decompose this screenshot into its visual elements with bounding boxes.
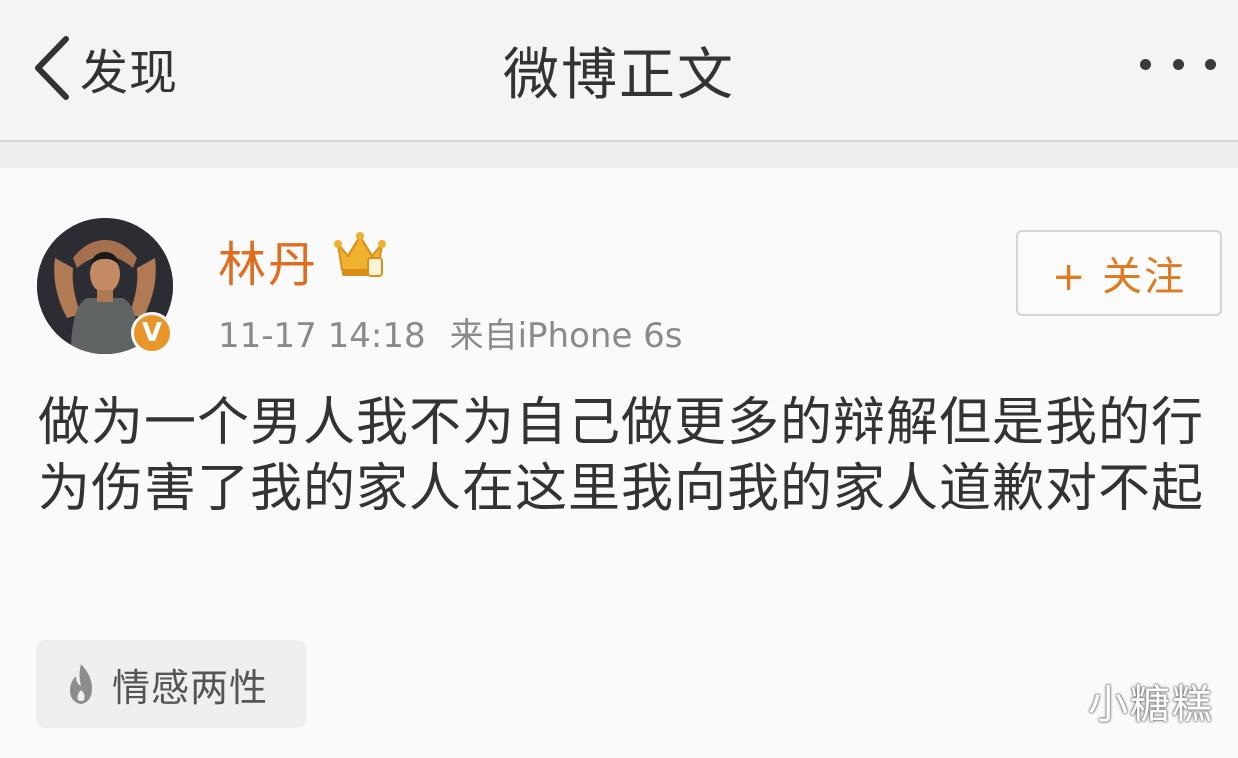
topic-tag[interactable]: 情感两性 [36,640,306,728]
navigation-bar: 发现 微博正文 [0,0,1238,142]
avatar[interactable]: V [37,218,173,354]
timestamp: 11-17 14:18 [218,316,426,356]
page-title: 微博正文 [503,43,735,108]
more-dots-icon [1205,58,1216,70]
follow-button[interactable]: + 关注 [1016,230,1222,316]
flame-icon [70,664,92,704]
more-dots-icon [1172,58,1184,70]
username[interactable]: 林丹 [218,225,318,295]
more-button[interactable] [1140,52,1216,76]
tag-label: 情感两性 [112,665,269,710]
verified-badge: V [131,312,173,354]
crown-icon [334,232,386,277]
post-text: 做为一个男人我不为自己做更多的辩解但是我的行为伤害了我的家人在这里我向我的家人道… [38,393,1205,519]
post-card: V 林丹 11-17 14:18 来自iPhone 6s + 关注 做为一个男人我… [0,168,1238,758]
post-source: 来自iPhone 6s [449,316,683,356]
more-dots-icon [1140,58,1151,70]
watermark: 小糖糕 [1088,682,1214,728]
section-divider [0,142,1238,168]
post-meta: 11-17 14:18 来自iPhone 6s [218,308,683,357]
